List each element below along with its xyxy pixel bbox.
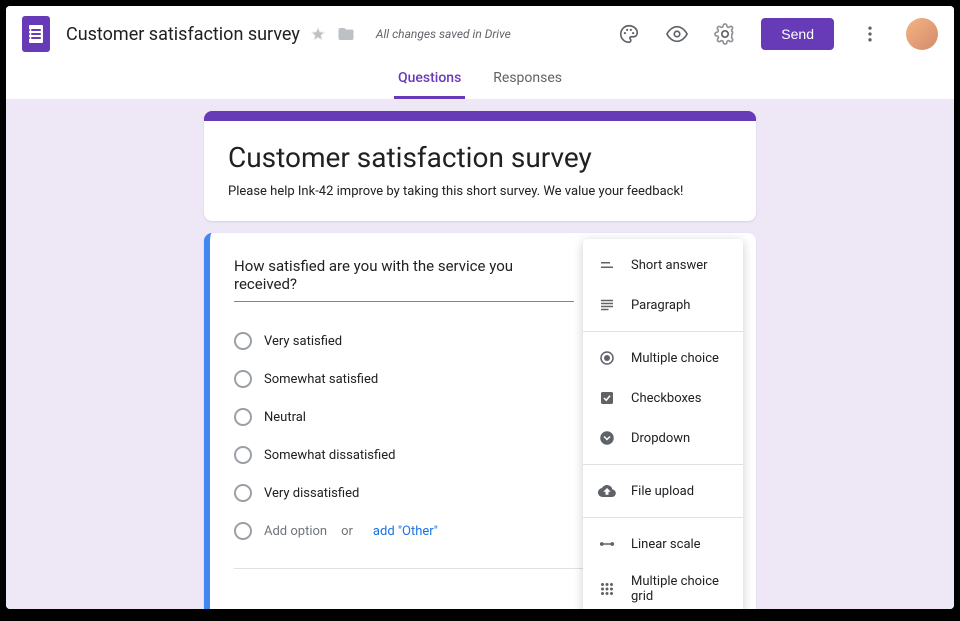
question-title[interactable]: How satisfied are you with the service y… bbox=[234, 257, 574, 302]
avatar[interactable] bbox=[906, 18, 938, 50]
option-label[interactable]: Neutral bbox=[264, 410, 306, 425]
send-button[interactable]: Send bbox=[761, 18, 834, 50]
menu-item-file-upload[interactable]: File upload bbox=[583, 471, 743, 511]
form-title[interactable]: Customer satisfaction survey bbox=[66, 24, 300, 45]
menu-divider bbox=[583, 331, 743, 332]
menu-divider bbox=[583, 517, 743, 518]
menu-item-multiple-choice[interactable]: Multiple choice bbox=[583, 338, 743, 378]
dropdown-icon bbox=[597, 428, 617, 448]
menu-item-mc-grid[interactable]: Multiple choice grid bbox=[583, 564, 743, 609]
menu-label: Multiple choice bbox=[631, 351, 719, 366]
menu-item-dropdown[interactable]: Dropdown bbox=[583, 418, 743, 458]
menu-label: Linear scale bbox=[631, 537, 701, 552]
save-status: All changes saved in Drive bbox=[376, 27, 511, 41]
menu-label: Short answer bbox=[631, 258, 708, 273]
option-label[interactable]: Very satisfied bbox=[264, 334, 342, 349]
radio-icon bbox=[234, 484, 252, 502]
menu-label: Checkboxes bbox=[631, 391, 701, 406]
question-type-menu: Short answer Paragraph Multiple choice C bbox=[583, 239, 743, 609]
menu-label: Dropdown bbox=[631, 431, 690, 446]
add-other-link[interactable]: add "Other" bbox=[373, 524, 438, 539]
form-canvas: Customer satisfaction survey Please help… bbox=[6, 99, 954, 609]
tab-questions[interactable]: Questions bbox=[394, 62, 465, 99]
multiple-choice-icon bbox=[597, 348, 617, 368]
radio-icon bbox=[234, 446, 252, 464]
tabs: Questions Responses bbox=[6, 62, 954, 99]
menu-item-paragraph[interactable]: Paragraph bbox=[583, 285, 743, 325]
form-description[interactable]: Please help Ink-42 improve by taking thi… bbox=[228, 184, 732, 199]
menu-label: File upload bbox=[631, 484, 694, 499]
linear-scale-icon bbox=[597, 534, 617, 554]
option-label[interactable]: Somewhat dissatisfied bbox=[264, 448, 395, 463]
checkboxes-icon bbox=[597, 388, 617, 408]
or-text: or bbox=[341, 524, 353, 539]
short-answer-icon bbox=[597, 255, 617, 275]
option-label[interactable]: Somewhat satisfied bbox=[264, 372, 378, 387]
add-option-label[interactable]: Add option bbox=[264, 524, 327, 539]
paragraph-icon bbox=[597, 295, 617, 315]
settings-icon[interactable] bbox=[705, 14, 745, 54]
more-icon[interactable] bbox=[850, 14, 890, 54]
option-label[interactable]: Very dissatisfied bbox=[264, 486, 359, 501]
palette-icon[interactable] bbox=[609, 14, 649, 54]
radio-icon bbox=[234, 522, 252, 540]
tab-responses[interactable]: Responses bbox=[489, 62, 566, 99]
menu-divider bbox=[583, 464, 743, 465]
app-header: Customer satisfaction survey All changes… bbox=[6, 6, 954, 62]
menu-item-linear-scale[interactable]: Linear scale bbox=[583, 524, 743, 564]
menu-label: Multiple choice grid bbox=[631, 574, 729, 604]
preview-icon[interactable] bbox=[657, 14, 697, 54]
forms-logo-icon[interactable] bbox=[22, 16, 50, 52]
menu-label: Paragraph bbox=[631, 298, 690, 313]
folder-icon[interactable] bbox=[336, 24, 356, 44]
file-upload-icon bbox=[597, 481, 617, 501]
form-heading[interactable]: Customer satisfaction survey bbox=[228, 141, 732, 174]
radio-icon bbox=[234, 332, 252, 350]
menu-item-short-answer[interactable]: Short answer bbox=[583, 245, 743, 285]
mc-grid-icon bbox=[597, 579, 617, 599]
form-header-card[interactable]: Customer satisfaction survey Please help… bbox=[204, 111, 756, 221]
radio-icon bbox=[234, 408, 252, 426]
star-icon[interactable] bbox=[308, 24, 328, 44]
radio-icon bbox=[234, 370, 252, 388]
menu-item-checkboxes[interactable]: Checkboxes bbox=[583, 378, 743, 418]
